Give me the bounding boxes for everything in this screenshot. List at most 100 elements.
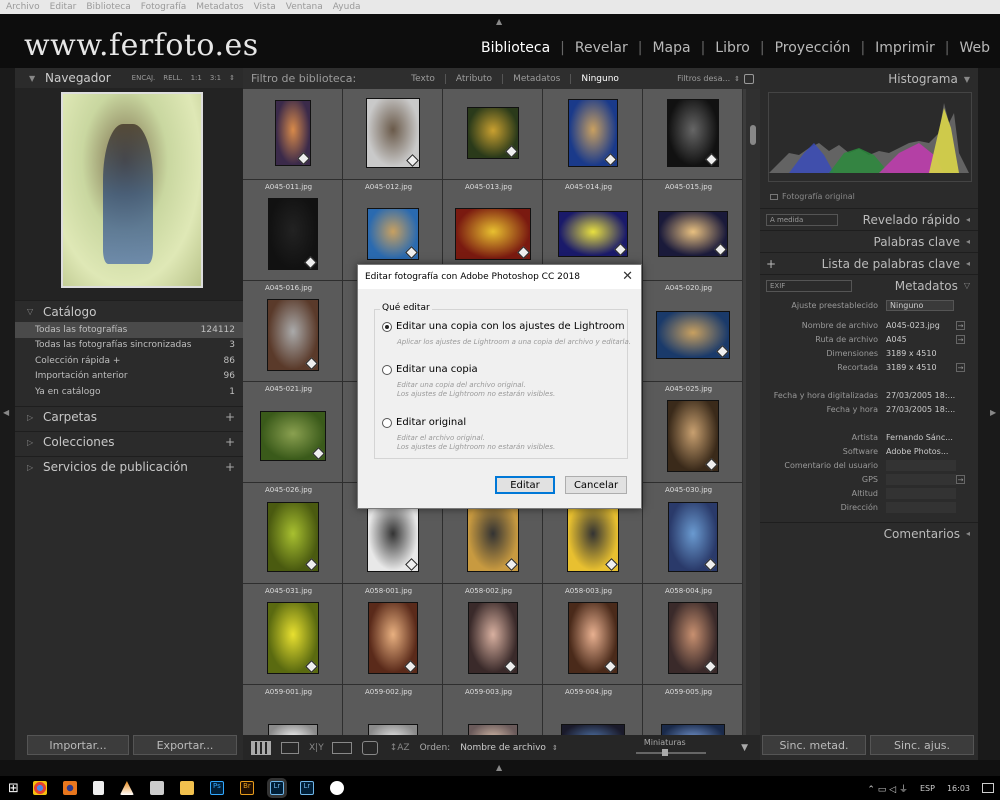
grid-cell[interactable]: A059-002.jpg	[343, 685, 443, 735]
close-icon[interactable]: ✕	[622, 269, 633, 284]
catalog-item[interactable]: Importación anterior 96	[15, 369, 243, 385]
edit-option-radio[interactable]: Editar una copia	[382, 364, 478, 375]
grid-cell[interactable]	[543, 89, 643, 180]
navigator-mode[interactable]: 3:1	[210, 74, 221, 82]
checkbox-icon[interactable]	[770, 193, 778, 200]
filter-tab[interactable]: Ninguno	[571, 74, 629, 84]
grid-scrollbar[interactable]	[746, 89, 760, 735]
metadata-value[interactable]: A045-023.jpg	[886, 321, 956, 330]
catalog-item[interactable]: Colección rápida + 86	[15, 353, 243, 369]
metadata-value[interactable]: 27/03/2005 18:...	[886, 405, 956, 414]
language-indicator[interactable]: ESP	[920, 784, 935, 793]
cancel-button[interactable]: Cancelar	[565, 476, 627, 494]
module-2[interactable]: Mapa	[642, 40, 700, 56]
metadata-value[interactable]: Fernando Sánc...	[886, 433, 956, 442]
lightroom-cc-icon[interactable]: Lr	[299, 781, 314, 795]
menu-4[interactable]: Metadatos	[196, 2, 243, 12]
right-panel-toggle-icon[interactable]: ▶	[990, 408, 996, 417]
radio-button[interactable]	[382, 364, 392, 375]
metadata-value[interactable]: 3189 x 4510	[886, 363, 956, 372]
menu-1[interactable]: Editar	[50, 2, 77, 12]
menu-5[interactable]: Vista	[254, 2, 276, 12]
thumbnail-image[interactable]	[368, 724, 418, 735]
metadata-value[interactable]	[886, 473, 956, 485]
catalog-item[interactable]: Ya en catálogo 1	[15, 384, 243, 400]
edit-option-radio[interactable]: Editar una copia con los ajustes de Ligh…	[382, 321, 625, 332]
quick-develop-header[interactable]: A medida Revelado rápido ◂	[760, 208, 978, 230]
navigator-preview-image[interactable]	[61, 92, 203, 288]
app-icon[interactable]	[149, 781, 164, 795]
module-1[interactable]: Revelar	[565, 40, 638, 56]
filter-presets-select[interactable]: Filtros desa...	[677, 74, 730, 83]
module-6[interactable]: Web	[949, 40, 1000, 56]
metadata-value[interactable]: Adobe Photos...	[886, 447, 956, 456]
menu-3[interactable]: Fotografía	[141, 2, 187, 12]
catalog-item[interactable]: Todas las fotografías 124112	[15, 322, 243, 338]
add-icon[interactable]: +	[225, 460, 235, 474]
grid-cell[interactable]: A058-001.jpg	[343, 584, 443, 685]
firefox-icon[interactable]	[62, 781, 77, 795]
grid-cell[interactable]: A058-003.jpg	[543, 584, 643, 685]
metadata-value[interactable]: A045	[886, 335, 956, 344]
catalog-item[interactable]: Todas las fotografías sincronizadas 3	[15, 338, 243, 354]
metadata-header[interactable]: EXIF Metadatos ▽	[760, 274, 978, 296]
original-photo-toggle[interactable]: Fotografía original	[770, 192, 855, 201]
filter-tab[interactable]: Texto	[401, 73, 446, 84]
grid-cell[interactable]: A059-004.jpg	[543, 685, 643, 735]
clock[interactable]: 16:03	[947, 784, 970, 793]
grid-view-icon[interactable]	[251, 740, 271, 755]
metadata-value[interactable]	[886, 487, 956, 499]
grid-cell[interactable]: A045-025.jpg	[643, 382, 743, 483]
radio-button[interactable]	[382, 417, 392, 428]
notifications-icon[interactable]	[982, 783, 994, 793]
menu-0[interactable]: Archivo	[6, 2, 40, 12]
left-panel-toggle-icon[interactable]: ◀	[3, 408, 9, 417]
photoshop-icon[interactable]: Ps	[209, 781, 224, 795]
toolbar-menu-chevron-icon[interactable]: ▼	[741, 743, 748, 753]
lightroom-icon[interactable]: Lr	[266, 778, 287, 798]
sync-metadata-button[interactable]: Sinc. metad.	[762, 735, 866, 755]
grid-cell[interactable]: A045-026.jpg	[243, 483, 343, 584]
menu-2[interactable]: Biblioteca	[86, 2, 130, 12]
filter-tab[interactable]: Metadatos	[503, 73, 572, 84]
edit-option-radio[interactable]: Editar original	[382, 417, 466, 428]
module-4[interactable]: Proyección	[765, 40, 861, 56]
left-section-header[interactable]: ▷ Servicios de publicación +	[15, 455, 243, 478]
grid-cell[interactable]: A059-005.jpg	[643, 685, 743, 735]
radio-button[interactable]	[382, 321, 392, 332]
grid-cell[interactable]: A045-011.jpg	[243, 180, 343, 281]
slider-handle[interactable]	[661, 748, 668, 756]
grid-cell[interactable]: A058-004.jpg	[643, 584, 743, 685]
grid-cell[interactable]	[243, 89, 343, 180]
import-button[interactable]: Importar...	[27, 735, 129, 755]
left-section-header[interactable]: ▷ Carpetas +	[15, 405, 243, 428]
quick-develop-preset-select[interactable]: A medida	[766, 213, 838, 226]
add-icon[interactable]: +	[225, 410, 235, 424]
keyword-list-header[interactable]: + Lista de palabras clave ◂	[760, 252, 978, 274]
field-action-arrow-icon[interactable]: →	[956, 474, 965, 484]
grid-cell[interactable]: A045-031.jpg	[243, 584, 343, 685]
field-action-arrow-icon[interactable]: →	[956, 362, 965, 372]
chrome-icon[interactable]	[32, 781, 47, 795]
thumbnail-image[interactable]	[661, 724, 725, 735]
menu-6[interactable]: Ventana	[286, 2, 323, 12]
loupe-view-icon[interactable]	[281, 741, 299, 754]
grid-cell[interactable]: A045-020.jpg	[643, 281, 743, 382]
file-explorer-icon[interactable]	[179, 781, 194, 795]
add-keyword-icon[interactable]: +	[766, 257, 776, 271]
module-5[interactable]: Imprimir	[865, 40, 945, 56]
thumbnail-image[interactable]	[468, 724, 518, 735]
filmstrip-toggle-icon[interactable]: ▲	[496, 763, 502, 772]
people-view-icon[interactable]	[361, 740, 378, 755]
system-tray-icons[interactable]: ⌃ ▭ ◁ ⏚	[867, 782, 908, 795]
thumbnail-size-slider[interactable]: Miniaturas	[635, 738, 706, 758]
windows-start-icon[interactable]: ⊞	[8, 781, 19, 796]
histogram-header[interactable]: Histograma ▼	[760, 68, 978, 90]
navigator-mode[interactable]: 1:1	[191, 74, 202, 82]
vlc-icon[interactable]	[119, 781, 134, 795]
grid-cell[interactable]: A045-015.jpg	[643, 180, 743, 281]
thumbnail-image[interactable]	[561, 724, 625, 735]
module-0[interactable]: Biblioteca	[471, 40, 560, 56]
edit-button[interactable]: Editar	[495, 476, 555, 494]
comments-header[interactable]: Comentarios ◂	[760, 522, 978, 544]
